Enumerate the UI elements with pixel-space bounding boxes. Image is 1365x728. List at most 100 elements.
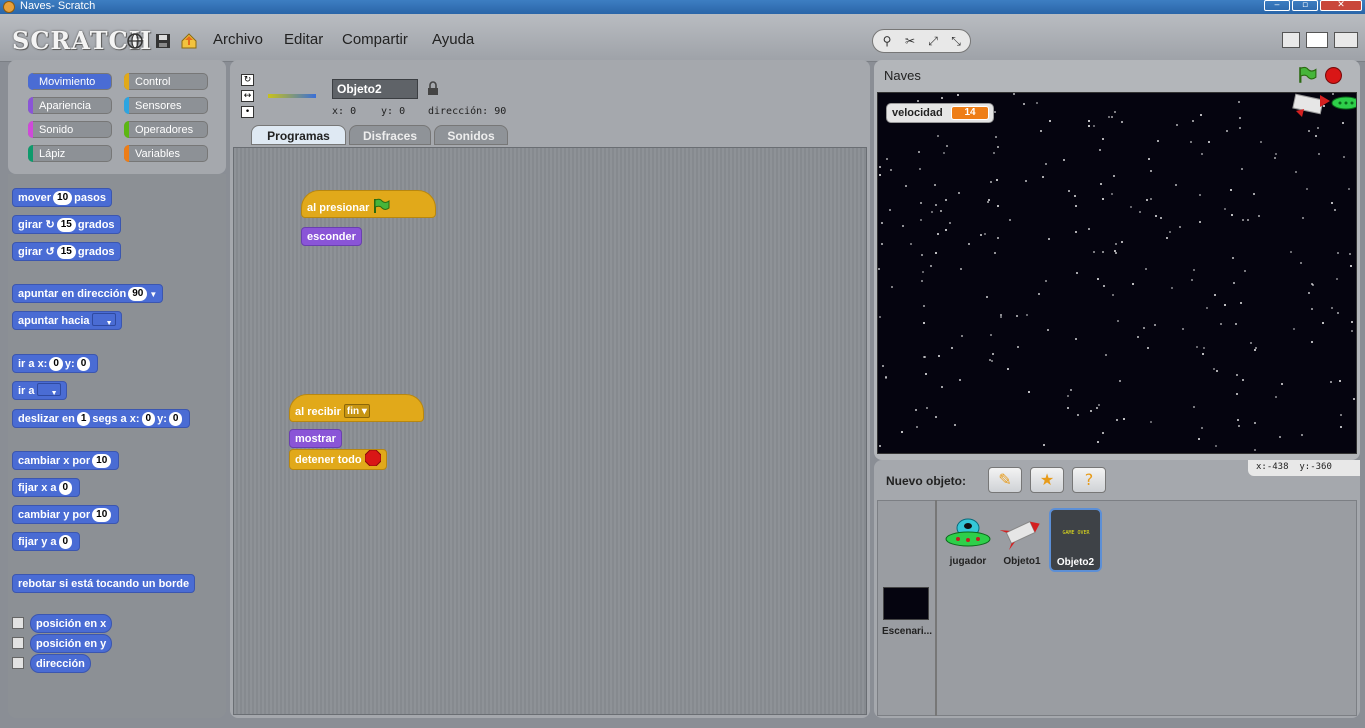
star bbox=[930, 265, 932, 267]
star bbox=[1237, 419, 1239, 421]
star bbox=[1226, 130, 1228, 132]
block-ir-a-xy[interactable]: ir a x: 0 y: 0 bbox=[12, 354, 99, 373]
paint-new-sprite-button[interactable]: ✎ bbox=[988, 467, 1022, 493]
small-stage-button[interactable] bbox=[1282, 32, 1300, 48]
star bbox=[1025, 180, 1027, 182]
choose-sprite-file-button[interactable]: ★ bbox=[1030, 467, 1064, 493]
rotate-style-flip-icon[interactable]: ↔ bbox=[241, 90, 254, 102]
minimize-button[interactable]: ‒ bbox=[1264, 0, 1290, 11]
star bbox=[879, 174, 881, 176]
rocket-sprite[interactable] bbox=[1290, 93, 1357, 125]
save-icon[interactable] bbox=[154, 32, 172, 50]
star bbox=[1350, 265, 1352, 267]
lock-icon[interactable] bbox=[427, 81, 439, 96]
category-control[interactable]: Control bbox=[124, 73, 208, 90]
duplicate-tool-icon[interactable]: ⚲ bbox=[878, 33, 896, 49]
star bbox=[886, 158, 888, 160]
star bbox=[1302, 217, 1304, 219]
block-deslizar[interactable]: deslizar en 1 segs a x: 0 y: 0 bbox=[12, 409, 191, 428]
category-operadores[interactable]: Operadores bbox=[124, 121, 208, 138]
block-mostrar[interactable]: mostrar bbox=[289, 429, 342, 448]
block-esconder[interactable]: esconder bbox=[301, 227, 362, 246]
globe-icon[interactable] bbox=[126, 32, 144, 50]
sprite-dropdown[interactable] bbox=[36, 383, 61, 403]
menu-compartir[interactable]: Compartir bbox=[342, 31, 408, 48]
category-lapiz[interactable]: Lápiz bbox=[28, 145, 112, 162]
star bbox=[986, 296, 988, 298]
delete-tool-icon[interactable]: ✂ bbox=[901, 33, 919, 49]
stage-canvas[interactable] bbox=[877, 92, 1357, 454]
block-girar-left[interactable]: girar ↺ 15 grados bbox=[12, 242, 121, 261]
block-mover[interactable]: mover 10 pasos bbox=[12, 188, 112, 207]
sprite-thumb-objeto1[interactable] bbox=[1000, 516, 1044, 550]
sprite-thumbnail bbox=[268, 94, 316, 98]
star bbox=[1274, 157, 1276, 159]
stop-button[interactable] bbox=[1325, 67, 1342, 84]
presentation-mode-button[interactable] bbox=[1334, 32, 1358, 48]
star bbox=[1192, 120, 1194, 122]
star bbox=[992, 353, 994, 355]
sprite-thumb-jugador[interactable] bbox=[944, 516, 992, 550]
variable-monitor-velocidad[interactable]: velocidad 14 bbox=[886, 103, 994, 123]
category-variables[interactable]: Variables bbox=[124, 145, 208, 162]
tab-programas[interactable]: Programas bbox=[251, 125, 346, 145]
block-apuntar-hacia[interactable]: apuntar hacia bbox=[12, 311, 122, 333]
star bbox=[1351, 330, 1353, 332]
sprite-thumb-objeto2-selected[interactable]: GAME OVER Objeto2 bbox=[1049, 508, 1102, 572]
block-fijar-y[interactable]: fijar y a0 bbox=[12, 532, 81, 551]
menu-archivo[interactable]: Archivo bbox=[213, 31, 263, 48]
menu-editar[interactable]: Editar bbox=[284, 31, 323, 48]
message-dropdown[interactable]: fin ▾ bbox=[343, 404, 370, 418]
rotate-style-none-icon[interactable]: • bbox=[241, 106, 254, 118]
sprite-dropdown[interactable] bbox=[91, 313, 116, 333]
star bbox=[1102, 198, 1104, 200]
star bbox=[1096, 407, 1098, 409]
block-apuntar-direccion[interactable]: apuntar en dirección 90 ▼ bbox=[12, 284, 164, 303]
maximize-button[interactable]: ▫ bbox=[1292, 0, 1318, 11]
star bbox=[1117, 320, 1119, 322]
sprite-name-field[interactable]: Objeto2 bbox=[332, 79, 418, 99]
reporter-posicion-y[interactable]: posición en y bbox=[30, 634, 113, 653]
random-sprite-button[interactable]: ? bbox=[1072, 467, 1106, 493]
tab-disfraces[interactable]: Disfraces bbox=[349, 125, 431, 145]
star bbox=[1113, 175, 1115, 177]
star bbox=[879, 166, 881, 168]
checkbox-posicion-y[interactable] bbox=[12, 637, 24, 649]
star bbox=[1038, 293, 1040, 295]
block-al-presionar-bandera[interactable]: al presionar bbox=[301, 190, 436, 218]
category-movimiento[interactable]: Movimiento bbox=[28, 73, 112, 90]
checkbox-posicion-x[interactable] bbox=[12, 617, 24, 629]
shrink-tool-icon[interactable]: ⤡ bbox=[947, 33, 965, 49]
block-cambiar-x[interactable]: cambiar x por 10 bbox=[12, 451, 120, 470]
normal-stage-button[interactable] bbox=[1306, 32, 1328, 48]
share-icon[interactable] bbox=[180, 32, 198, 50]
star bbox=[1075, 338, 1077, 340]
category-apariencia[interactable]: Apariencia bbox=[28, 97, 112, 114]
sprite-label-jugador: jugador bbox=[949, 556, 987, 567]
star bbox=[1116, 419, 1118, 421]
block-detener-todo[interactable]: detener todo bbox=[289, 449, 387, 470]
star bbox=[1199, 194, 1201, 196]
block-ir-a[interactable]: ir a bbox=[12, 381, 67, 403]
block-al-recibir[interactable]: al recibir fin ▾ bbox=[289, 394, 424, 422]
star bbox=[1240, 302, 1242, 304]
sprite-direction: dirección: 90 bbox=[428, 106, 507, 117]
block-cambiar-y[interactable]: cambiar y por 10 bbox=[12, 505, 120, 524]
block-girar-right[interactable]: girar ↻ 15 grados bbox=[12, 215, 121, 234]
category-sensores[interactable]: Sensores bbox=[124, 97, 208, 114]
menu-ayuda[interactable]: Ayuda bbox=[432, 31, 474, 48]
block-rebotar[interactable]: rebotar si está tocando un borde bbox=[12, 574, 196, 593]
rotate-style-full-icon[interactable]: ↻ bbox=[241, 74, 254, 86]
reporter-direccion[interactable]: dirección bbox=[30, 654, 91, 673]
tab-sonidos[interactable]: Sonidos bbox=[434, 125, 508, 145]
close-button[interactable]: ✕ bbox=[1320, 0, 1362, 11]
star bbox=[1322, 322, 1324, 324]
grow-tool-icon[interactable]: ⤢ bbox=[924, 33, 942, 49]
category-sonido[interactable]: Sonido bbox=[28, 121, 112, 138]
block-fijar-x[interactable]: fijar x a0 bbox=[12, 478, 81, 497]
stage-thumbnail[interactable] bbox=[883, 587, 929, 620]
reporter-posicion-x[interactable]: posición en x bbox=[30, 614, 113, 633]
green-flag-button[interactable] bbox=[1297, 66, 1317, 84]
star bbox=[1241, 168, 1243, 170]
checkbox-direccion[interactable] bbox=[12, 657, 24, 669]
